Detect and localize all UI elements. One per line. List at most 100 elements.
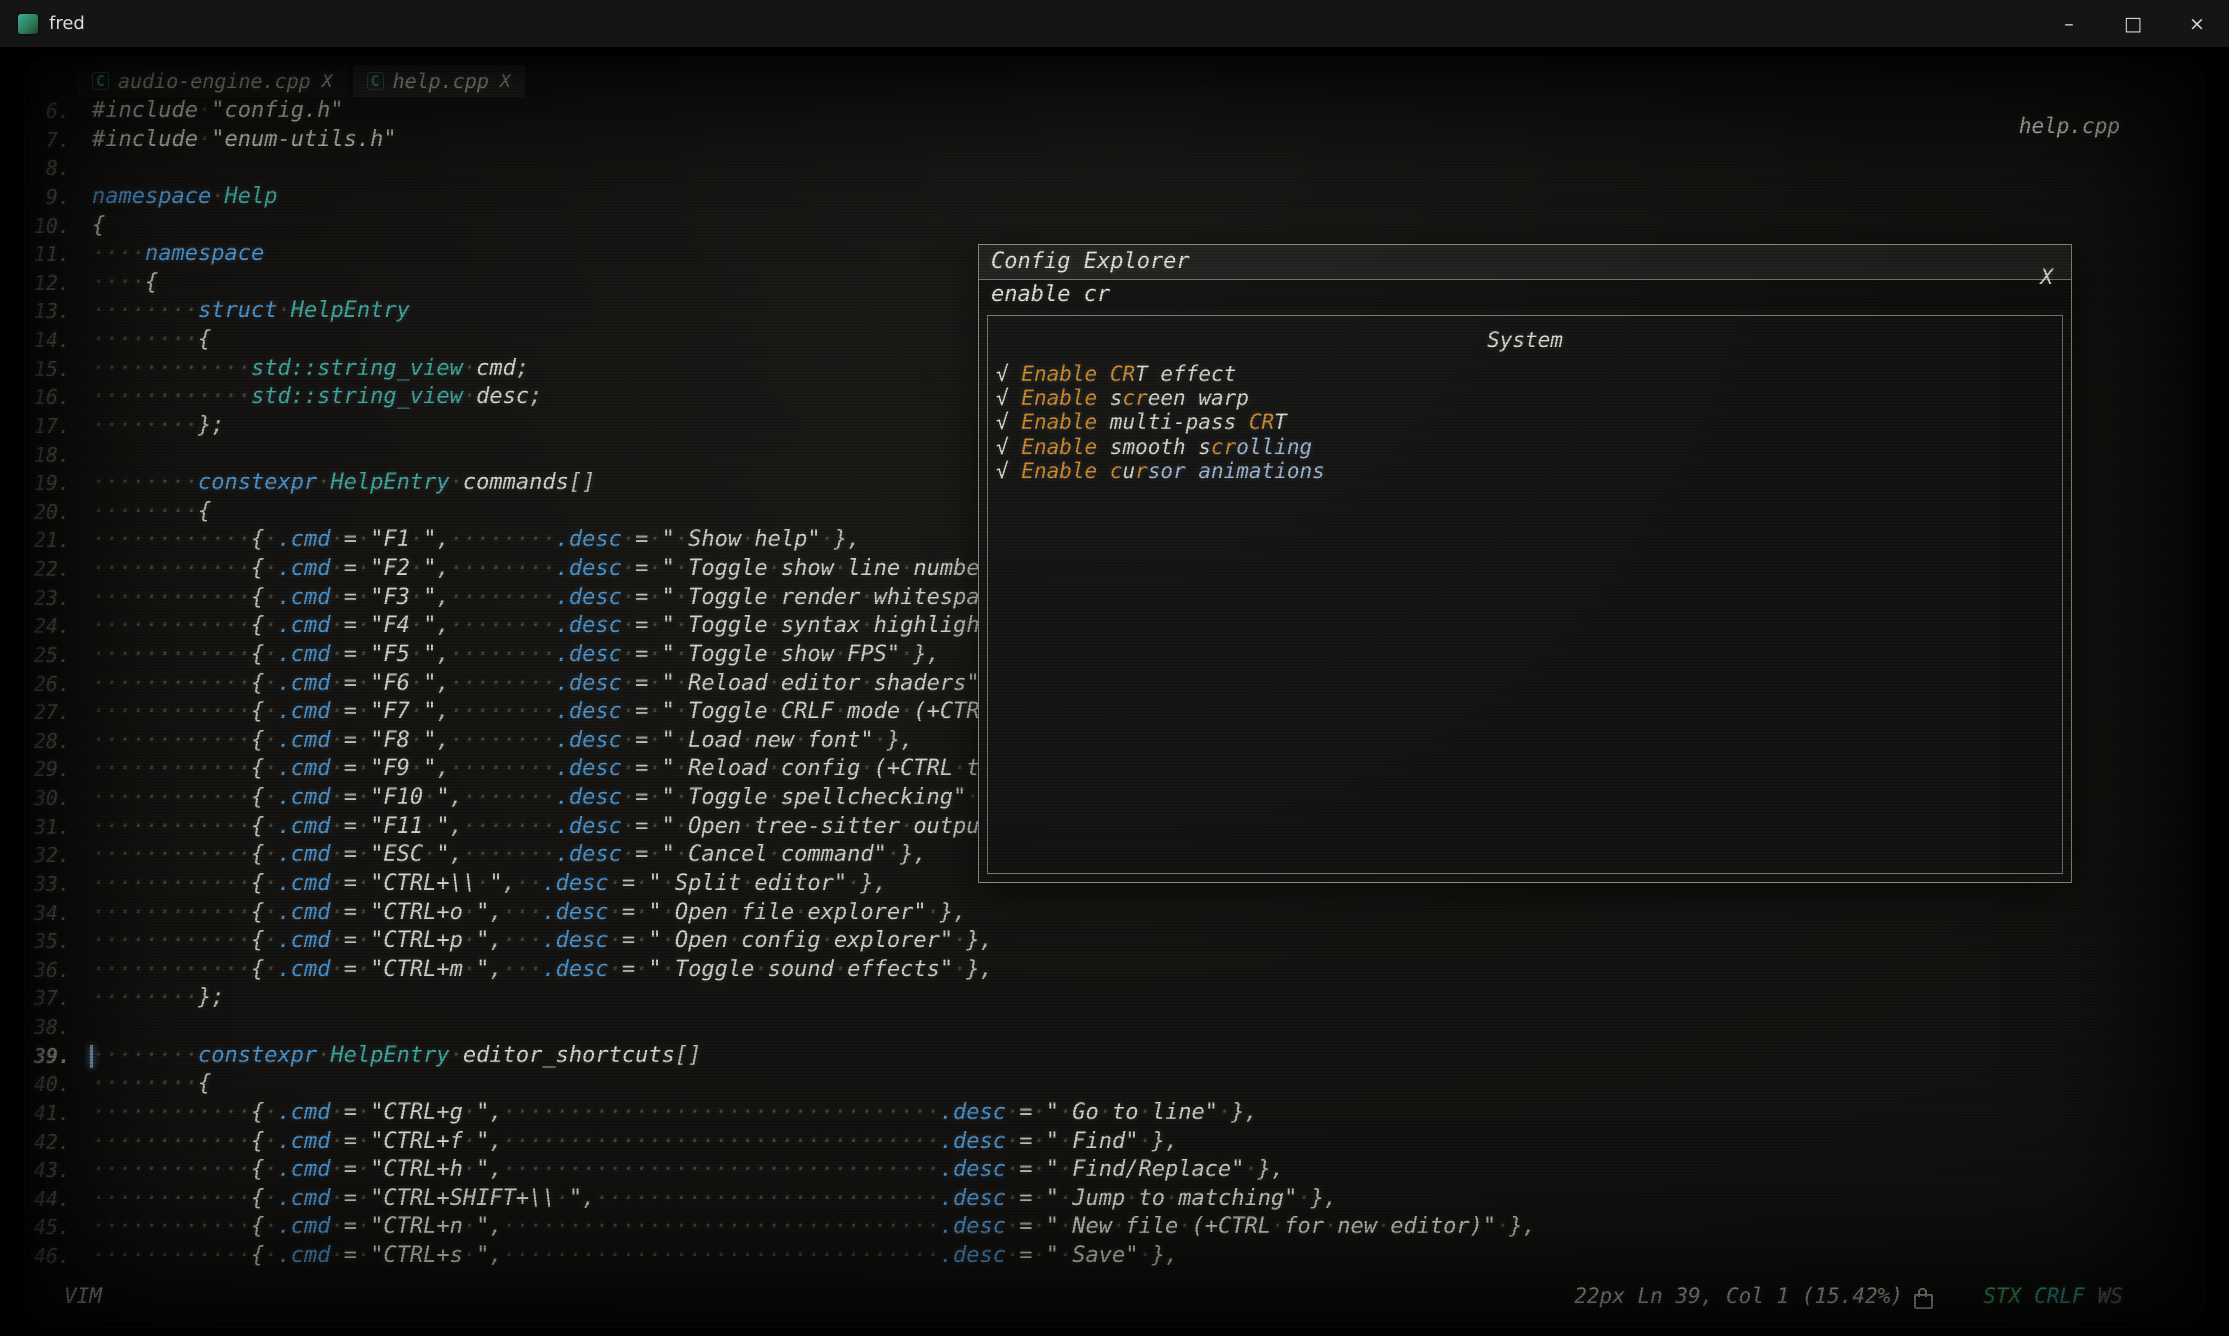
- code-line[interactable]: 38.: [24, 1013, 2205, 1042]
- popup-title: Config Explorer: [991, 249, 1190, 274]
- line-number: 43.: [24, 1156, 74, 1185]
- config-section-header: System: [988, 328, 2062, 352]
- line-number: 13.: [24, 297, 74, 326]
- config-option[interactable]: √ Enable smooth scrolling: [996, 435, 2062, 459]
- checkbox-checked-icon[interactable]: √: [996, 386, 1021, 410]
- code-line[interactable]: 36.············{·.cmd·=·"CTRL+m·",···.de…: [24, 956, 2205, 985]
- code-text: ············{·.cmd·=·"CTRL+s·",·········…: [92, 1242, 1178, 1271]
- tab-close-icon[interactable]: X: [500, 71, 511, 92]
- code-line[interactable]: 8.: [24, 154, 2205, 183]
- tab-bar: Caudio-engine.cppXChelp.cppX: [78, 65, 525, 97]
- code-text: ········{: [92, 498, 211, 527]
- status-flag-crlf: CRLF: [2034, 1284, 2085, 1308]
- line-number: 23.: [24, 584, 74, 613]
- match-highlight: Enable: [1021, 459, 1097, 483]
- line-number: 46.: [24, 1242, 74, 1271]
- line-number: 30.: [24, 784, 74, 813]
- code-text: ············{·.cmd·=·"F11·",·······.desc…: [92, 813, 1046, 842]
- code-line[interactable]: 45.············{·.cmd·=·"CTRL+n·",······…: [24, 1213, 2205, 1242]
- code-text: ············{·.cmd·=·"CTRL+n·",·········…: [92, 1213, 1536, 1242]
- titlebar: fred – □ ×: [0, 0, 2229, 47]
- config-option[interactable]: √ Enable CRT effect: [996, 362, 2062, 386]
- code-text: ············{·.cmd·=·"CTRL+p·",···.desc·…: [92, 927, 993, 956]
- config-option[interactable]: √ Enable cursor animations: [996, 459, 2062, 483]
- checkbox-checked-icon[interactable]: √: [996, 435, 1021, 459]
- text-cursor: [90, 1045, 93, 1068]
- line-number: 8.: [24, 154, 74, 183]
- line-number: 14.: [24, 326, 74, 355]
- checkbox-checked-icon[interactable]: √: [996, 362, 1021, 386]
- code-line[interactable]: 6.#include·"config.h": [24, 97, 2205, 126]
- checkbox-checked-icon[interactable]: √: [996, 410, 1021, 434]
- code-line[interactable]: 35. ············{·.cmd·=·"CTRL+p·",···.de…: [24, 927, 2205, 956]
- code-text: ············{·.cmd·=·"CTRL+o·",···.desc·…: [92, 899, 966, 928]
- code-text: ····namespace: [92, 240, 264, 269]
- line-number: 7.: [24, 126, 74, 155]
- code-text: #include·"enum-utils.h": [92, 126, 397, 155]
- code-line[interactable]: 34.············{·.cmd·=·"CTRL+o·",···.de…: [24, 899, 2205, 928]
- line-number: 22.: [24, 555, 74, 584]
- config-option[interactable]: √ Enable multi-pass CRT: [996, 410, 2062, 434]
- line-number: 10.: [24, 212, 74, 241]
- status-bar: VIM 22px Ln 39, Col 1 (15.42%) STXCRLFWS: [24, 1284, 2205, 1314]
- code-line[interactable]: 9. namespace·Help: [24, 183, 2205, 212]
- code-line[interactable]: 10.{: [24, 212, 2205, 241]
- config-explorer-popup: Config Explorer X enable cr System √ Ena…: [978, 244, 2072, 883]
- option-label-text: sor animations: [1148, 459, 1325, 483]
- code-text: ············{·.cmd·=·"F2·",········.desc…: [92, 555, 1059, 584]
- line-number: 29.: [24, 755, 74, 784]
- code-text: ············{·.cmd·=·"CTRL+SHIFT+\\·",··…: [92, 1185, 1337, 1214]
- line-number: 35.: [24, 927, 74, 956]
- line-number: 32.: [24, 841, 74, 870]
- tab-audio-engine-cpp[interactable]: Caudio-engine.cppX: [78, 65, 347, 97]
- popup-title-bar[interactable]: Config Explorer: [979, 245, 2071, 280]
- code-text: ············{·.cmd·=·"F10·",·······.desc…: [92, 784, 1006, 813]
- line-number: 39.: [24, 1042, 74, 1071]
- match-highlight: r: [1135, 459, 1148, 483]
- config-search-input[interactable]: enable cr: [979, 280, 2071, 310]
- code-line[interactable]: 7. #include·"enum-utils.h": [24, 126, 2205, 155]
- line-number: 24.: [24, 612, 74, 641]
- line-number: 6.: [24, 97, 74, 126]
- line-number: 9.: [24, 183, 74, 212]
- config-list-panel: System √ Enable CRT effect√ Enable scree…: [987, 315, 2063, 874]
- close-button[interactable]: ×: [2165, 0, 2229, 47]
- code-line[interactable]: 39.········constexpr·HelpEntry·editor_sh…: [24, 1042, 2205, 1071]
- config-option[interactable]: √ Enable screen warp: [996, 386, 2062, 410]
- status-flags: STXCRLFWS: [1983, 1284, 2123, 1308]
- maximize-button[interactable]: □: [2101, 0, 2165, 47]
- code-text: ············{·.cmd·=·"F3·",········.desc…: [92, 584, 1059, 613]
- code-text: ············std::string_view·cmd;: [92, 355, 529, 384]
- line-number: 41.: [24, 1099, 74, 1128]
- code-text: ········};: [92, 412, 224, 441]
- code-line[interactable]: 37.········};: [24, 984, 2205, 1013]
- code-line[interactable]: 42.············{·.cmd·=·"CTRL+f·",······…: [24, 1128, 2205, 1157]
- code-line[interactable]: 43.············{·.cmd·=·"CTRL+h·",······…: [24, 1156, 2205, 1185]
- tab-label: audio-engine.cpp: [118, 69, 311, 93]
- line-number: 18.: [24, 441, 74, 470]
- line-number: 27.: [24, 698, 74, 727]
- checkbox-checked-icon[interactable]: √: [996, 459, 1021, 483]
- code-text: ············{·.cmd·=·"CTRL+m·",···.desc·…: [92, 956, 993, 985]
- code-line[interactable]: 41.············{·.cmd·=·"CTRL+g·",······…: [24, 1099, 2205, 1128]
- code-line[interactable]: 46. ············{·.cmd·=·"CTRL+s·",······…: [24, 1242, 2205, 1271]
- line-number: 37.: [24, 984, 74, 1013]
- popup-close-button[interactable]: X: [2040, 265, 2053, 289]
- line-number: 26.: [24, 670, 74, 699]
- match-highlight: Enable: [1021, 386, 1097, 410]
- match-highlight: Enable: [1021, 435, 1097, 459]
- line-number: 44.: [24, 1185, 74, 1214]
- tab-help-cpp[interactable]: Chelp.cppX: [353, 65, 525, 97]
- code-line[interactable]: 40.········{: [24, 1070, 2205, 1099]
- code-text: ············{·.cmd·=·"F1·",········.desc…: [92, 526, 860, 555]
- tab-close-icon[interactable]: X: [322, 71, 333, 92]
- window-title: fred: [49, 13, 85, 34]
- code-text: namespace·Help: [92, 183, 277, 212]
- line-number: 38.: [24, 1013, 74, 1042]
- code-text: ············{·.cmd·=·"CTRL+f·",·········…: [92, 1128, 1178, 1157]
- line-number: 15.: [24, 355, 74, 384]
- minimize-button[interactable]: –: [2037, 0, 2101, 47]
- code-text: ············{·.cmd·=·"ESC·",·······.desc…: [92, 841, 927, 870]
- status-flag-stx: STX: [1983, 1284, 2021, 1308]
- code-line[interactable]: 44. ············{·.cmd·=·"CTRL+SHIFT+\\·"…: [24, 1185, 2205, 1214]
